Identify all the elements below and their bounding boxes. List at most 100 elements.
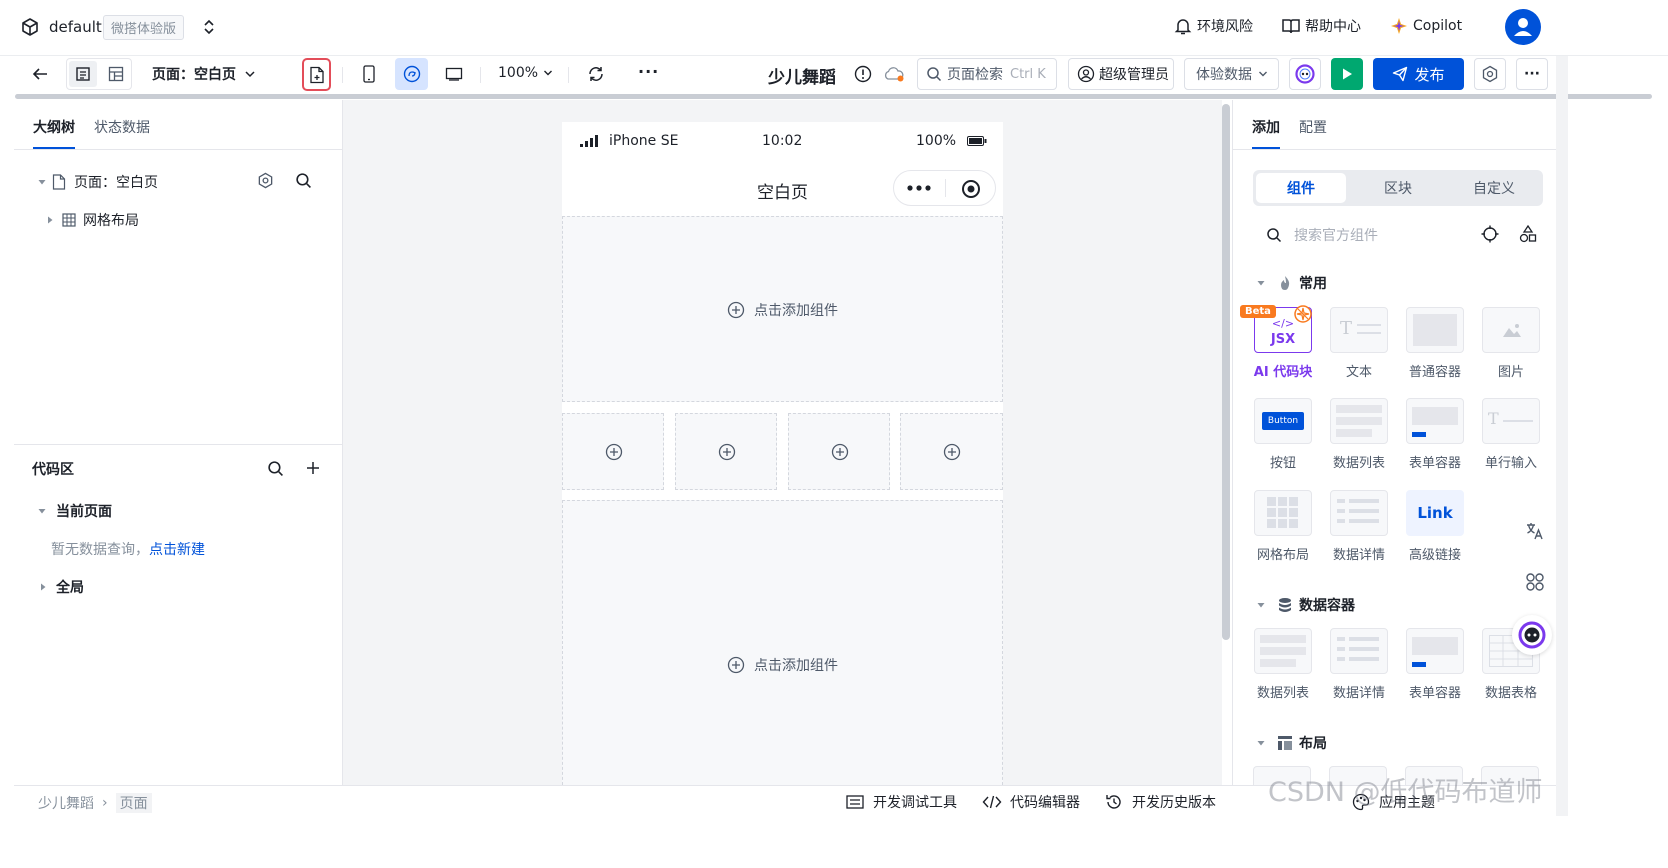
grid-cell[interactable]	[788, 413, 890, 490]
drop-zone-bottom[interactable]: 点击添加组件	[562, 500, 1003, 790]
component-grid-layout[interactable]: 网格布局	[1253, 490, 1313, 563]
plus-circle-icon	[727, 301, 745, 319]
tab-config[interactable]: 配置	[1299, 117, 1327, 137]
component-form-container[interactable]: 表单容器	[1405, 628, 1465, 701]
section-layout-label: 布局	[1299, 736, 1327, 752]
tree-search-button[interactable]	[295, 172, 312, 189]
component-search-input[interactable]: 搜索官方组件	[1266, 225, 1378, 245]
env-risk-link[interactable]: 环境风险	[1173, 16, 1253, 36]
translate-float-button[interactable]	[1518, 514, 1552, 548]
capsule-more-icon[interactable]	[907, 185, 931, 191]
file-icon	[52, 174, 66, 190]
detail-value-shape	[1349, 657, 1379, 661]
tree-node-grid[interactable]: 网格布局	[47, 210, 139, 230]
locate-component-button[interactable]	[1481, 225, 1499, 243]
data-mode-selector[interactable]: 体验数据	[1184, 58, 1279, 90]
pc-preview-button[interactable]	[441, 61, 467, 87]
beta-badge: Beta	[1240, 305, 1276, 318]
app-info-button[interactable]	[852, 63, 874, 85]
miniprogram-preview-button[interactable]	[395, 58, 428, 90]
refresh-button[interactable]	[584, 62, 608, 86]
component-image[interactable]: 图片	[1481, 307, 1541, 380]
component-text[interactable]: T 文本	[1329, 307, 1389, 380]
component-container[interactable]: 普通容器	[1405, 307, 1465, 380]
page-settings-button[interactable]	[257, 172, 274, 189]
outline-view-button[interactable]	[69, 61, 97, 87]
arrow-left-icon	[32, 68, 47, 80]
settings-button[interactable]	[1474, 58, 1506, 90]
tab-outline-tree[interactable]: 大纲树	[33, 117, 75, 137]
component-data-list[interactable]: 数据列表	[1329, 398, 1389, 471]
back-button[interactable]	[28, 62, 52, 86]
component-single-input[interactable]: T 单行输入	[1481, 398, 1541, 471]
code-current-page-node[interactable]: 当前页面	[38, 501, 112, 521]
publish-button[interactable]: 发布	[1373, 58, 1464, 90]
section-layout[interactable]: 布局	[1257, 733, 1327, 753]
segment-components[interactable]: 组件	[1256, 173, 1346, 203]
tree-node-page[interactable]: 页面：空白页	[38, 172, 158, 192]
copilot-link[interactable]: Copilot	[1389, 16, 1462, 36]
canvas-scrollbar[interactable]	[1222, 104, 1230, 640]
add-component-hint[interactable]: 点击添加组件	[727, 300, 838, 320]
code-empty-state: 暂无数据查询， 点击新建	[51, 539, 205, 559]
more-options-button[interactable]: ···	[638, 62, 659, 81]
page-search-input[interactable]: 页面检索 Ctrl K	[917, 58, 1057, 90]
page-scrollbar[interactable]	[1556, 56, 1568, 816]
page-selector[interactable]: 页面：空白页	[152, 64, 256, 84]
form-container-label: 表单容器	[1408, 686, 1461, 701]
component-data-list[interactable]: 数据列表	[1253, 628, 1313, 701]
horizontal-scrollbar[interactable]	[15, 94, 1652, 99]
ai-assistant-button[interactable]	[1289, 58, 1321, 90]
history-icon	[1106, 795, 1121, 809]
code-search-button[interactable]	[267, 460, 284, 477]
tab-state-data[interactable]: 状态数据	[94, 117, 150, 137]
more-actions-button[interactable]: ···	[1516, 58, 1548, 90]
cloud-icon	[884, 67, 904, 82]
data-mode-label: 体验数据	[1196, 67, 1252, 83]
mobile-preview-button[interactable]	[356, 61, 382, 87]
text-label: 文本	[1345, 365, 1372, 380]
workspace-name[interactable]: default	[49, 18, 102, 36]
drop-zone-top[interactable]: 点击添加组件	[562, 216, 1003, 402]
component-advanced-link[interactable]: Link 高级链接	[1405, 490, 1465, 563]
section-common[interactable]: 常用	[1257, 273, 1327, 293]
text-thumb: T	[1330, 307, 1388, 353]
user-avatar[interactable]	[1505, 9, 1541, 45]
plus-circle-icon	[605, 443, 623, 461]
code-add-button[interactable]	[306, 461, 320, 475]
add-component-hint[interactable]: 点击添加组件	[727, 655, 838, 675]
new-page-button[interactable]	[302, 58, 331, 91]
component-data-detail[interactable]: 数据详情	[1329, 628, 1389, 701]
list-row-shape	[1260, 635, 1306, 643]
role-selector[interactable]: 超级管理员	[1068, 58, 1174, 90]
segment-blocks[interactable]: 区块	[1353, 173, 1443, 203]
breadcrumb-app[interactable]: 少儿舞蹈	[38, 793, 94, 813]
zoom-selector[interactable]: 100%	[498, 65, 553, 81]
component-button[interactable]: Button 按钮	[1253, 398, 1313, 471]
grid-cell[interactable]	[900, 413, 1003, 490]
dev-tools-button[interactable]: 开发调试工具	[846, 792, 957, 812]
component-form-container[interactable]: 表单容器	[1405, 398, 1465, 471]
section-data-container[interactable]: 数据容器	[1257, 595, 1355, 615]
grid-cell[interactable]	[562, 413, 664, 490]
chevron-down-icon	[1259, 71, 1267, 77]
component-library-button[interactable]	[1519, 225, 1537, 243]
history-button[interactable]: 开发历史版本	[1105, 792, 1216, 812]
segment-custom[interactable]: 自定义	[1448, 173, 1540, 203]
top-bar: default 微搭体验版 环境风险 帮助中心 Copilot	[0, 0, 1668, 56]
ai-assistant-float-button[interactable]	[1512, 615, 1552, 655]
breadcrumb-page[interactable]: 页面	[115, 793, 152, 813]
code-global-node[interactable]: 全局	[40, 577, 84, 597]
capsule-close-icon[interactable]	[961, 179, 981, 199]
layout-view-button[interactable]	[102, 61, 130, 87]
help-center-link[interactable]: 帮助中心	[1281, 16, 1361, 36]
component-data-detail[interactable]: 数据详情	[1329, 490, 1389, 563]
code-editor-button[interactable]: 代码编辑器	[982, 792, 1080, 812]
switch-workspace-icon[interactable]	[202, 18, 216, 36]
apps-float-button[interactable]	[1518, 565, 1552, 599]
run-preview-button[interactable]	[1331, 58, 1363, 90]
grid-cell[interactable]	[675, 413, 777, 490]
create-query-link[interactable]: 点击新建	[149, 539, 205, 559]
data-table-label: 数据表格	[1484, 686, 1537, 701]
tab-add[interactable]: 添加	[1252, 117, 1280, 137]
